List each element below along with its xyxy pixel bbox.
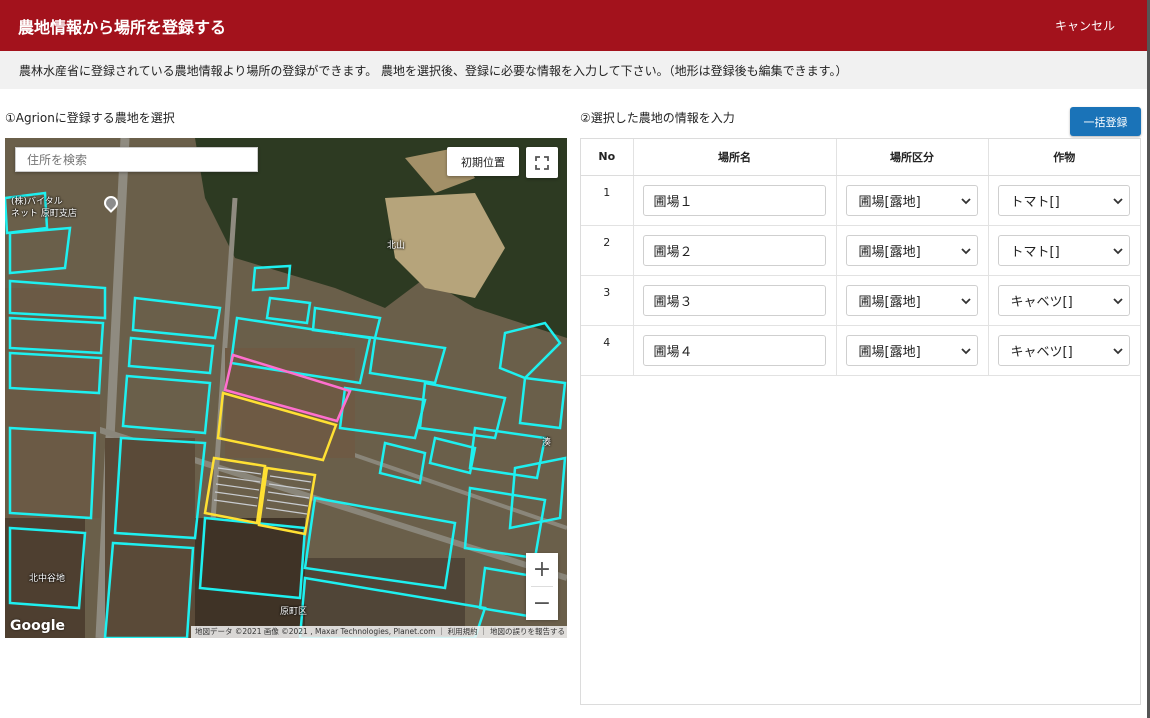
crop-select[interactable]: トマト[]: [997, 234, 1130, 266]
map-label-shop: (株)バイタル ネット 原町支店: [11, 193, 121, 220]
col-header-crop: 作物: [988, 139, 1140, 176]
map-label-kitanakahara: 北中谷地: [29, 574, 66, 584]
address-search-input[interactable]: [15, 147, 258, 172]
google-logo: Google: [10, 618, 66, 634]
zoom-control: + −: [526, 553, 558, 620]
chevron-down-icon: [960, 197, 971, 204]
crop-value: トマト[]: [1010, 244, 1060, 260]
col-header-division: 場所区分: [836, 139, 989, 176]
table-row: 3 圃場[露地] キャベツ[]: [581, 275, 1140, 326]
zoom-in-button[interactable]: +: [526, 553, 558, 586]
notice-bar: 農林水産省に登録されている農地情報より場所の登録ができます。 農地を選択後、登録…: [0, 51, 1147, 89]
division-value: 圃場[露地]: [858, 194, 921, 210]
division-select[interactable]: 圃場[露地]: [845, 184, 978, 216]
place-name-input[interactable]: [642, 234, 826, 266]
chevron-down-icon: [1112, 197, 1123, 204]
crop-select[interactable]: キャベツ[]: [997, 284, 1130, 316]
chevron-down-icon: [1112, 347, 1123, 354]
farmland-info-table: No 場所名 場所区分 作物 1 圃場[露地] トマト[] 2 圃場[露地] ト…: [580, 138, 1141, 705]
chevron-down-icon: [960, 247, 971, 254]
row-no: 2: [581, 225, 634, 276]
division-select[interactable]: 圃場[露地]: [845, 284, 978, 316]
row-no: 3: [581, 275, 634, 326]
place-name-input[interactable]: [642, 184, 826, 216]
crop-value: キャベツ[]: [1010, 294, 1073, 310]
chevron-down-icon: [1112, 297, 1123, 304]
division-value: 圃場[露地]: [858, 294, 921, 310]
row-no: 4: [581, 325, 634, 376]
crop-select[interactable]: キャベツ[]: [997, 334, 1130, 366]
chevron-down-icon: [960, 347, 971, 354]
map-section-label: ①Agrionに登録する農地を選択: [5, 111, 175, 125]
division-select[interactable]: 圃場[露地]: [845, 334, 978, 366]
map-label-haramachi: 原町区: [280, 607, 308, 617]
fullscreen-button[interactable]: [526, 147, 558, 178]
col-header-name: 場所名: [633, 139, 837, 176]
cancel-button[interactable]: キャンセル: [1055, 17, 1129, 34]
division-value: 圃場[露地]: [858, 244, 921, 260]
map-label-kitayama: 北山: [387, 241, 406, 251]
fullscreen-icon: [535, 155, 549, 170]
map-attribution[interactable]: 地図データ ©2021 画像 ©2021 , Maxar Technologie…: [191, 626, 567, 638]
page-title: 農地情報から場所を登録する: [18, 17, 227, 37]
form-section-label: ②選択した農地の情報を入力: [580, 111, 735, 125]
crop-value: トマト[]: [1010, 194, 1060, 210]
table-header-row: No 場所名 場所区分 作物: [581, 139, 1140, 176]
col-header-no: No: [581, 139, 634, 176]
initial-position-button[interactable]: 初期位置: [447, 147, 519, 176]
crop-select[interactable]: トマト[]: [997, 184, 1130, 216]
division-value: 圃場[露地]: [858, 344, 921, 360]
row-no: 1: [581, 175, 634, 226]
table-row: 1 圃場[露地] トマト[]: [581, 175, 1140, 226]
chevron-down-icon: [1112, 247, 1123, 254]
app-header: 農地情報から場所を登録する キャンセル: [0, 0, 1147, 51]
bulk-register-button[interactable]: 一括登録: [1070, 107, 1141, 136]
shop-name: (株)バイタル ネット 原町支店: [11, 197, 77, 219]
satellite-imagery[interactable]: [5, 138, 567, 638]
division-select[interactable]: 圃場[露地]: [845, 234, 978, 266]
zoom-out-button[interactable]: −: [526, 587, 558, 620]
map-label-mina: 湊: [542, 438, 552, 448]
place-name-input[interactable]: [642, 334, 826, 366]
chevron-down-icon: [960, 297, 971, 304]
table-row: 4 圃場[露地] キャベツ[]: [581, 325, 1140, 376]
table-row: 2 圃場[露地] トマト[]: [581, 225, 1140, 276]
crop-value: キャベツ[]: [1010, 344, 1073, 360]
place-name-input[interactable]: [642, 284, 826, 316]
farmland-map[interactable]: 初期位置 (株)バイタル ネット 原町支店 北山 北中谷地 原町区 湊 + − …: [5, 138, 567, 638]
